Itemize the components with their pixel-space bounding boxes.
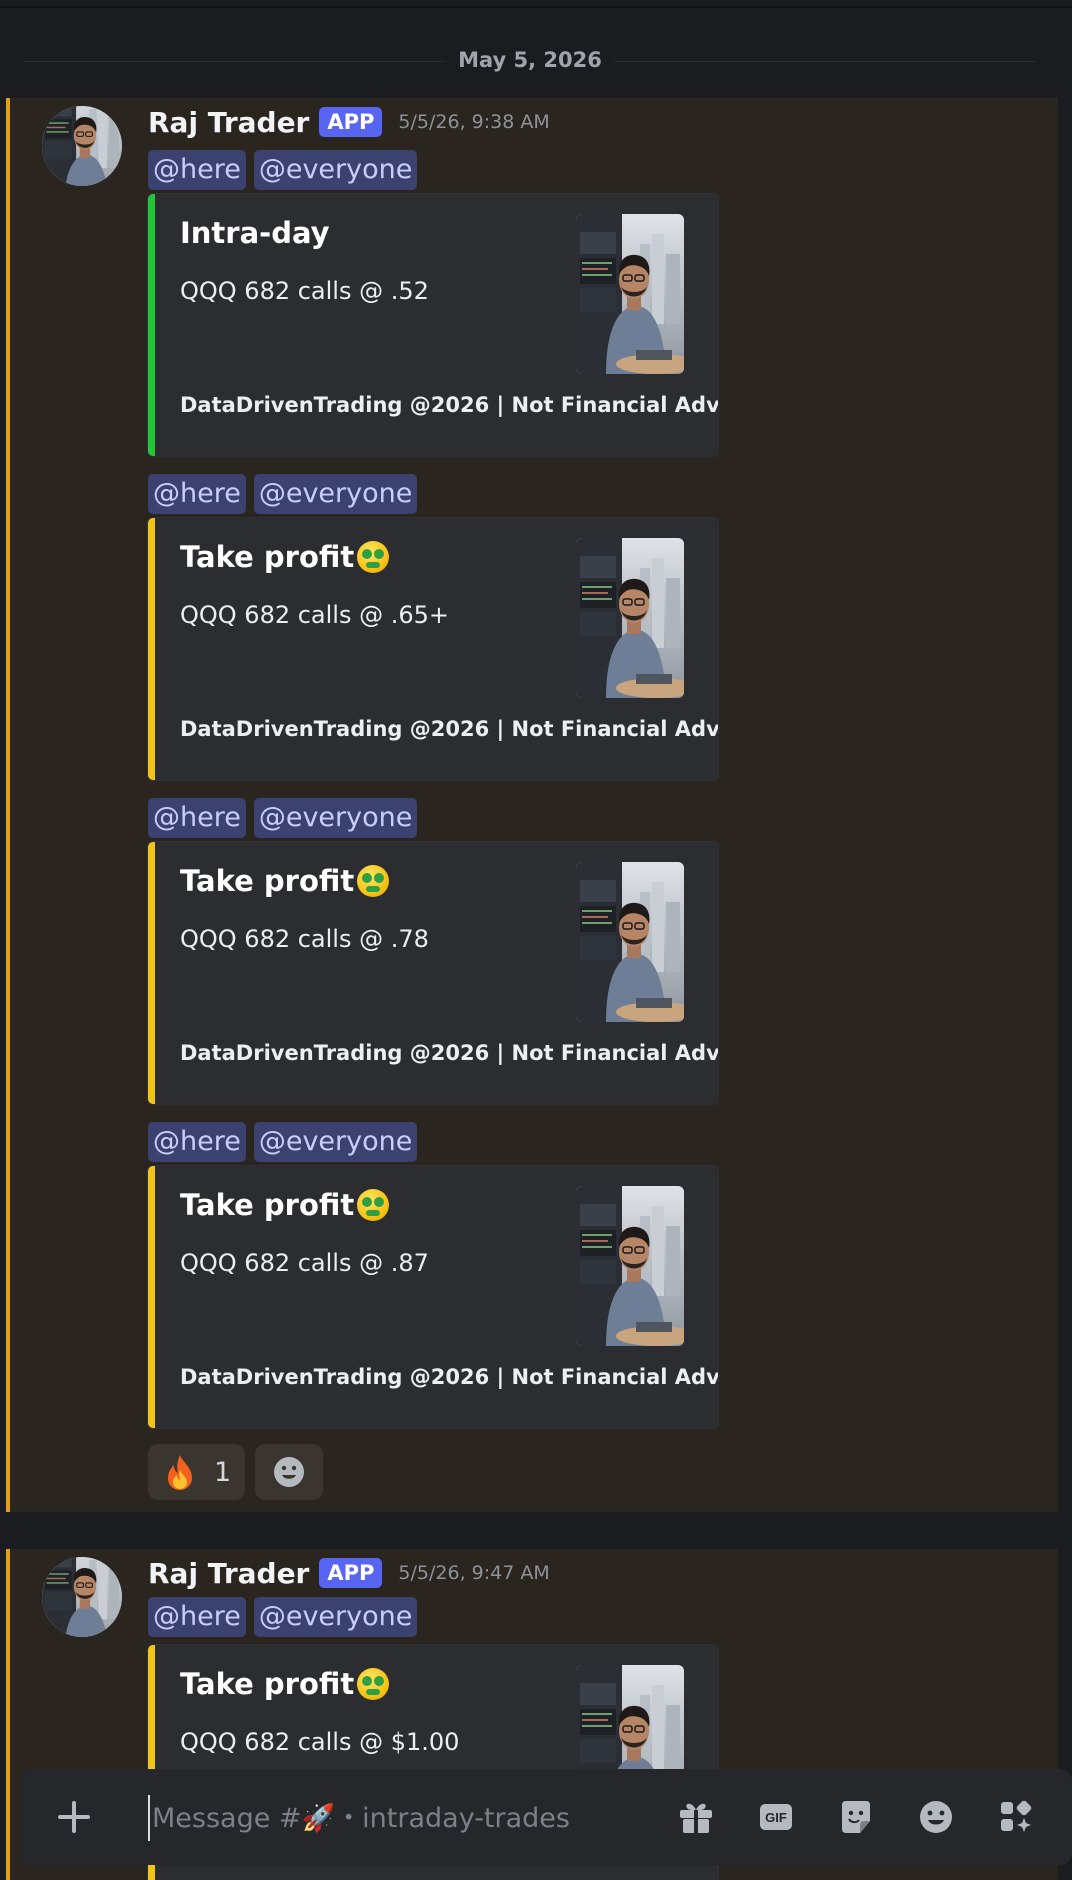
- embed-footer: DataDrivenTrading @2026 | Not Financial …: [180, 1041, 718, 1065]
- mention-everyone[interactable]: @everyone: [253, 150, 418, 190]
- top-border: [0, 6, 1072, 8]
- fire-icon: [168, 1455, 192, 1490]
- message-header: Raj Trader APP 5/5/26, 9:47 AM: [148, 1555, 550, 1591]
- money-mouth-face-icon: [357, 541, 390, 573]
- embed-footer: DataDrivenTrading @2026 | Not Financial …: [180, 1365, 718, 1389]
- highlight-bar: [6, 98, 10, 1512]
- gift-icon[interactable]: [676, 1797, 716, 1837]
- message-timestamp[interactable]: 5/5/26, 9:38 AM: [398, 111, 549, 133]
- embed-footer: DataDrivenTrading @2026 | Not Financial …: [180, 717, 718, 741]
- message-composer: GIF: [20, 1769, 1072, 1865]
- embed-description: QQQ 682 calls @ .78: [180, 925, 429, 953]
- date-divider: May 5, 2026: [24, 48, 1036, 72]
- app-badge: APP: [319, 107, 383, 137]
- embed-title: Take profit: [180, 1667, 390, 1701]
- embed-footer: DataDrivenTrading @2026 | Not Financial …: [180, 393, 718, 417]
- embed-description: QQQ 682 calls @ $1.00: [180, 1728, 460, 1756]
- date-divider-label: May 5, 2026: [446, 48, 614, 72]
- mention-row: @here @everyone: [148, 1122, 418, 1162]
- embed-color-bar: [148, 194, 155, 456]
- embed-color-bar: [148, 842, 155, 1104]
- embed-description: QQQ 682 calls @ .52: [180, 277, 429, 305]
- embed-color-bar: [148, 518, 155, 780]
- embed-thumbnail[interactable]: [576, 538, 684, 698]
- mention-here[interactable]: @here: [148, 1122, 246, 1162]
- mention-here[interactable]: @here: [148, 474, 246, 514]
- money-mouth-face-icon: [357, 865, 390, 897]
- apps-icon[interactable]: [996, 1797, 1036, 1837]
- trade-embed: Take profit QQQ 682 calls @ .87 DataDriv…: [148, 1166, 718, 1428]
- mention-here[interactable]: @here: [148, 1597, 246, 1637]
- mention-row: @here @everyone: [148, 150, 418, 190]
- emoji-icon[interactable]: [916, 1797, 956, 1837]
- reaction-count: 1: [214, 1456, 232, 1488]
- message-header: Raj Trader APP 5/5/26, 9:38 AM: [148, 104, 550, 140]
- embed-color-bar: [148, 1166, 155, 1428]
- embed-thumbnail[interactable]: [576, 1186, 684, 1346]
- embed-title: Intra-day: [180, 216, 330, 250]
- embed-description: QQQ 682 calls @ .65+: [180, 601, 450, 629]
- mention-row: @here @everyone: [148, 1597, 418, 1637]
- message-group[interactable]: Raj Trader APP 5/5/26, 9:38 AM @here @ev…: [6, 98, 1058, 1512]
- trade-embed: Take profit QQQ 682 calls @ .78 DataDriv…: [148, 842, 718, 1104]
- smile-icon: [274, 1457, 305, 1487]
- author-name[interactable]: Raj Trader: [148, 1557, 309, 1590]
- avatar[interactable]: [42, 1557, 122, 1637]
- embed-title: Take profit: [180, 864, 390, 898]
- money-mouth-face-icon: [357, 1668, 390, 1700]
- message-input[interactable]: [148, 1795, 674, 1841]
- embed-title: Take profit: [180, 540, 390, 574]
- highlight-bar: [6, 1549, 10, 1880]
- embed-thumbnail[interactable]: [576, 214, 684, 374]
- trade-embed: Take profit QQQ 682 calls @ .65+ DataDri…: [148, 518, 718, 780]
- embed-thumbnail[interactable]: [576, 862, 684, 1022]
- mention-here[interactable]: @here: [148, 150, 246, 190]
- mention-everyone[interactable]: @everyone: [253, 798, 418, 838]
- chat-viewport: May 5, 2026 Raj Trader APP 5/5/26, 9:38 …: [0, 0, 1072, 1880]
- reaction-bar: 1: [148, 1444, 324, 1500]
- sticker-icon[interactable]: [836, 1797, 876, 1837]
- avatar[interactable]: [42, 106, 122, 186]
- mention-here[interactable]: @here: [148, 798, 246, 838]
- plus-icon[interactable]: [54, 1797, 94, 1837]
- mention-everyone[interactable]: @everyone: [253, 1597, 418, 1637]
- trade-embed: Intra-day QQQ 682 calls @ .52 DataDriven…: [148, 194, 718, 456]
- app-badge: APP: [319, 1558, 383, 1588]
- money-mouth-face-icon: [357, 1189, 390, 1221]
- message-timestamp[interactable]: 5/5/26, 9:47 AM: [398, 1562, 549, 1584]
- reaction-fire[interactable]: 1: [148, 1444, 246, 1500]
- svg-text:GIF: GIF: [765, 1810, 787, 1825]
- add-reaction-button[interactable]: [255, 1444, 324, 1500]
- mention-row: @here @everyone: [148, 474, 418, 514]
- mention-everyone[interactable]: @everyone: [253, 474, 418, 514]
- gif-icon[interactable]: GIF: [756, 1797, 796, 1837]
- mention-row: @here @everyone: [148, 798, 418, 838]
- embed-title: Take profit: [180, 1188, 390, 1222]
- author-name[interactable]: Raj Trader: [148, 106, 309, 139]
- embed-description: QQQ 682 calls @ .87: [180, 1249, 429, 1277]
- mention-everyone[interactable]: @everyone: [253, 1122, 418, 1162]
